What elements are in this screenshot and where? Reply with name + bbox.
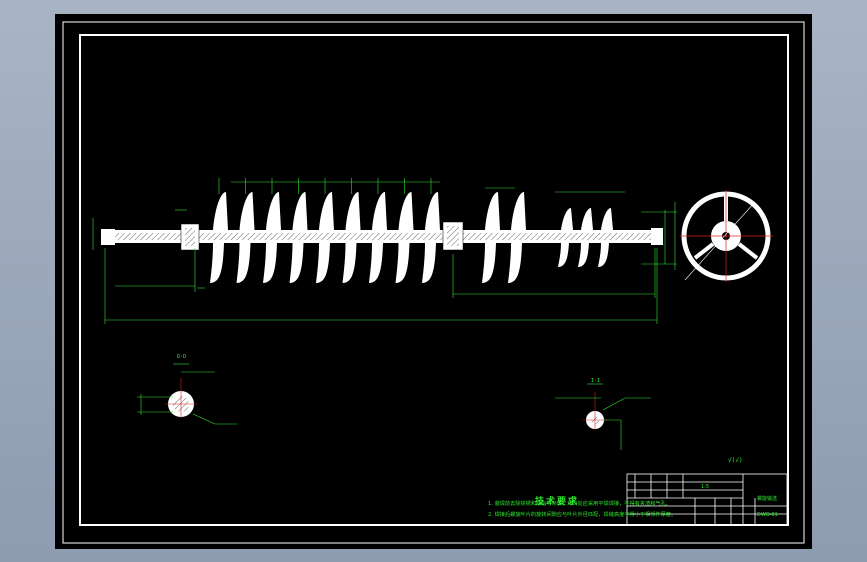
end-view — [680, 190, 773, 282]
technical-note-1: 1. 装焊前去除铁锈和油脂等杂质。焊口处应采用平焊焊接，不得有夹渣和气孔。 — [488, 501, 671, 507]
section-d-d — [137, 363, 237, 425]
title-block-name: 螺旋输送 — [757, 496, 778, 502]
title-block-scale: 1:5 — [701, 484, 710, 490]
drawing-sheet: D-D I-I √(√) 技术要求 1. 装焊前去除铁锈和油脂等杂质。焊口处应采… — [55, 14, 812, 549]
right-journal — [651, 228, 663, 245]
outer-frame — [62, 21, 805, 544]
technical-note-2: 2. 焊接后螺旋叶片的旋转间隙应与叶片外径匹配，焊缝高度不得小于相邻件厚度。 — [488, 512, 677, 518]
section-label-d-d: D-D — [177, 354, 187, 360]
title-block-code: DWG-01 — [757, 512, 778, 518]
section-label-i-i: I-I — [591, 378, 601, 384]
section-i-i — [555, 383, 651, 450]
cad-drawing — [62, 21, 805, 544]
left-journal — [101, 229, 115, 245]
inner-frame — [79, 34, 789, 526]
surface-finish-symbol: √(√) — [728, 457, 743, 464]
